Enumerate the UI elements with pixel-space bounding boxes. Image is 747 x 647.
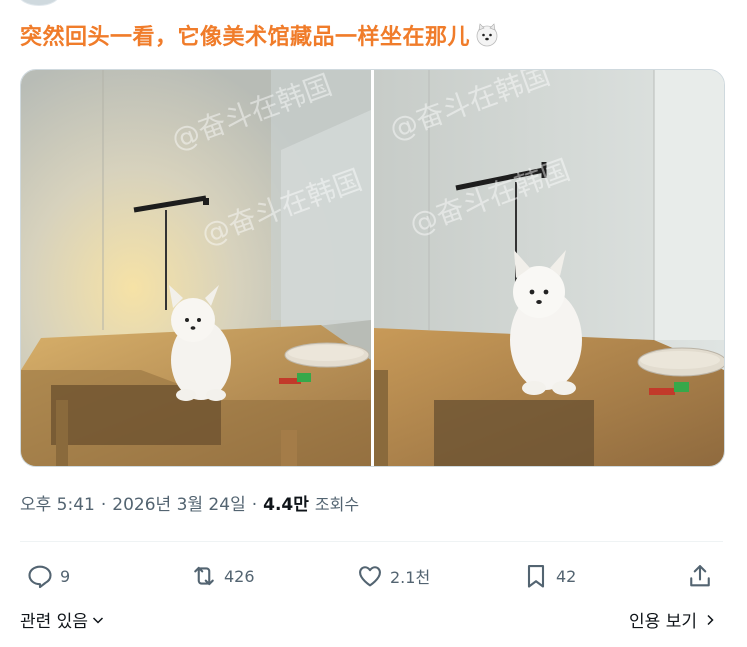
dog-face-emoji-icon (476, 23, 498, 47)
bookmark-button[interactable]: 42 (522, 562, 576, 590)
tweet-headline: 突然回头一看，它像美术馆藏品一样坐在那儿 (20, 25, 471, 50)
retweet-button[interactable]: 426 (190, 562, 255, 590)
like-count: 2.1천 (390, 568, 431, 587)
media-gallery: @奋斗在韩国 @奋斗在韩国 @奋斗在韩国 @奋斗在韩国 (20, 69, 725, 467)
chevron-down-icon (92, 616, 103, 624)
tweet-text: 突然回头一看，它像美术馆藏品一样坐在那儿 (20, 17, 620, 53)
reply-count: 9 (60, 566, 71, 586)
bookmark-icon (527, 565, 545, 588)
reply-icon (28, 565, 52, 589)
like-button[interactable]: 2.1천 (356, 562, 430, 590)
retweet-icon (194, 566, 214, 586)
separator-dot: · (251, 495, 258, 515)
views-count: 4.4만 (263, 495, 309, 515)
chevron-right-icon (707, 614, 714, 625)
photo-2[interactable]: @奋斗在韩国 @奋斗在韩国 (374, 70, 724, 466)
related-label: 관련 있음 (20, 612, 88, 632)
quote-label: 인용 보기 (629, 612, 697, 632)
tweet-date[interactable]: 2026년 3월 24일 (112, 490, 245, 515)
view-quotes-link[interactable]: 인용 보기 (629, 607, 717, 632)
action-bar: 9 426 2.1천 42 (20, 558, 723, 594)
divider (20, 541, 723, 542)
share-button[interactable] (686, 562, 714, 590)
tweet-metadata: 오후 5:41 · 2026년 3월 24일 · 4.4만 조회수 (20, 490, 359, 515)
like-icon (359, 566, 381, 587)
bookmark-count: 42 (556, 566, 577, 586)
photo-1[interactable]: @奋斗在韩国 @奋斗在韩国 (21, 70, 371, 466)
separator-dot: · (100, 495, 107, 515)
share-icon (690, 565, 710, 587)
tweet-time[interactable]: 오후 5:41 (20, 490, 95, 515)
retweet-count: 426 (224, 566, 255, 586)
related-toggle[interactable]: 관련 있음 (20, 607, 105, 632)
reply-button[interactable]: 9 (26, 562, 70, 590)
views-label: 조회수 (314, 495, 360, 514)
avatar[interactable] (18, 0, 60, 6)
